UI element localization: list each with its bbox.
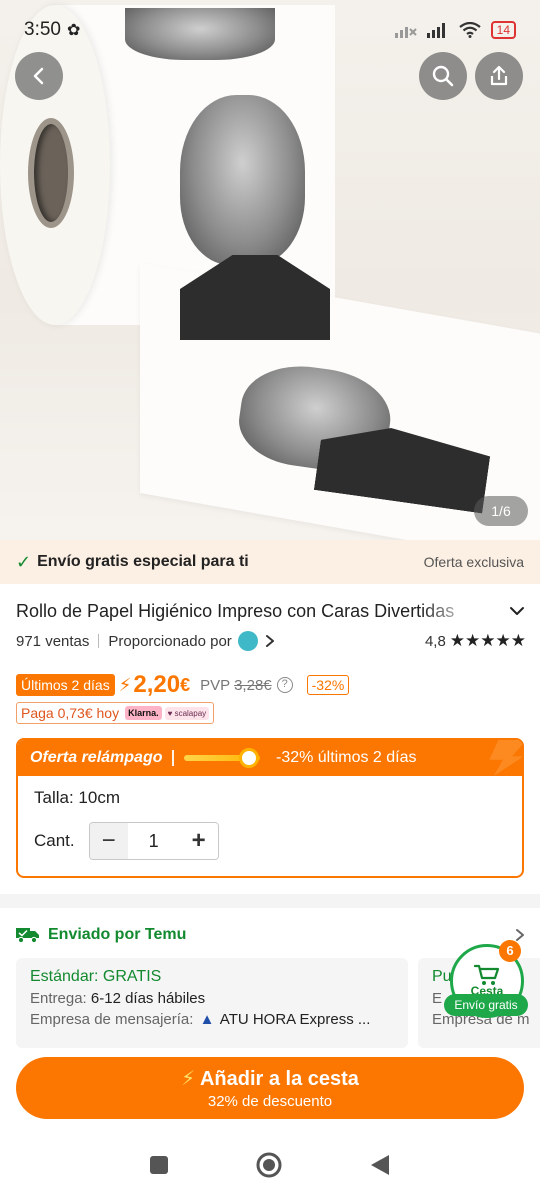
share-button[interactable]	[475, 52, 523, 100]
back-button[interactable]	[15, 52, 63, 100]
standard-shipping-title: Estándar: GRATIS	[30, 968, 162, 985]
divider	[98, 634, 100, 648]
lightning-icon: ⚡	[118, 674, 132, 695]
status-bar: 3:50 ✿ 14	[0, 0, 540, 60]
courier-label: Empresa de mensajería:	[30, 1011, 194, 1028]
flash-deal-header: Oferta relámpago -32% últimos 2 días	[18, 740, 522, 776]
share-icon	[490, 65, 508, 86]
flash-deal-box: Oferta relámpago -32% últimos 2 días Tal…	[16, 738, 524, 878]
decrease-button[interactable]: −	[89, 823, 128, 859]
free-shipping-text: Envío gratis especial para ti	[37, 553, 249, 570]
free-shipping-banner: ✓ Envío gratis especial para ti Oferta e…	[0, 540, 540, 584]
courier-value: ATU HORA Express ...	[219, 1011, 371, 1028]
klarna-logo: Klarna.	[125, 706, 162, 720]
image-counter: 1/6	[474, 496, 528, 526]
chevron-down-icon[interactable]	[508, 602, 526, 620]
flash-progress-bar	[183, 748, 260, 768]
pay-today-text: Paga 0,73€ hoy	[21, 705, 120, 721]
courier: Empresa de mensajería: ▲ ATU HORA Expres…	[30, 1011, 394, 1028]
home-icon[interactable]	[255, 1151, 283, 1179]
price-row: Últimos 2 días ⚡ 2,20 € PVP 3,28€ ? -32%	[16, 670, 526, 700]
chevron-left-icon	[33, 67, 44, 85]
delivery-label: Entrega:	[30, 990, 87, 1007]
delivery-time: Entrega: 6-12 días hábiles	[30, 990, 394, 1007]
battery-icon: 14	[490, 21, 516, 39]
chevron-right-icon[interactable]	[264, 634, 276, 648]
increase-button[interactable]: +	[179, 823, 218, 859]
provider-logo-icon[interactable]	[237, 631, 258, 651]
notification-icon: ✿	[66, 22, 81, 39]
rating[interactable]: 4,8 ★★★★★	[425, 631, 526, 651]
search-icon	[432, 65, 454, 87]
cart-count-badge: 6	[499, 940, 521, 962]
product-meta-row: 971 ventas Proporcionado por 4,8 ★★★★★	[16, 630, 526, 652]
original-price: 3,28€	[234, 676, 272, 694]
pvp-label: PVP	[200, 676, 231, 694]
search-button[interactable]	[419, 52, 467, 100]
price-currency: €	[180, 674, 191, 695]
roll-core	[28, 118, 74, 228]
add-to-cart-text: Añadir a la cesta	[199, 1068, 359, 1090]
add-to-cart-button[interactable]: ⚡ Añadir a la cesta 32% de descuento	[16, 1057, 524, 1119]
flash-deal-text: -32% últimos 2 días	[275, 749, 417, 766]
system-navigation-bar	[0, 1130, 540, 1200]
installments-badge[interactable]: Paga 0,73€ hoy Klarna. ♥ scalapay	[16, 702, 215, 724]
provided-by-link[interactable]: Proporcionado por	[108, 633, 231, 650]
signal-off-icon	[394, 27, 417, 38]
lightning-decoration-icon	[489, 740, 522, 776]
help-icon[interactable]: ?	[276, 677, 293, 693]
quantity-label: Cant.	[34, 831, 75, 850]
add-to-cart-label: ⚡ Añadir a la cesta	[181, 1066, 359, 1091]
carrier-logo-icon: ▲	[199, 1011, 215, 1028]
section-divider	[0, 894, 540, 908]
status-time: 3:50	[24, 19, 61, 40]
quantity-stepper: − 1 +	[88, 822, 219, 860]
printed-face-main	[180, 95, 305, 265]
rating-value: 4,8	[424, 632, 446, 650]
cart-free-shipping-pill: Envío gratis	[444, 994, 528, 1016]
exclusive-offer-label: Oferta exclusiva	[423, 554, 524, 570]
recents-icon[interactable]	[149, 1155, 169, 1175]
wifi-icon	[458, 22, 481, 38]
cart-icon	[474, 964, 500, 985]
lightning-icon: ⚡	[181, 1068, 196, 1090]
size-selector[interactable]: Talla: 10cm	[34, 788, 120, 808]
chevron-right-icon[interactable]	[514, 928, 526, 942]
sales-count: 971 ventas	[16, 632, 90, 650]
scalapay-logo: ♥ scalapay	[164, 706, 210, 720]
discount-badge: -32%	[306, 675, 350, 695]
product-title-row[interactable]: Rollo de Papel Higiénico Impreso con Car…	[16, 598, 526, 624]
current-price: 2,20	[133, 671, 181, 698]
divider	[172, 750, 174, 766]
status-icons: 14	[394, 21, 516, 39]
sent-by-text: Enviado por Temu	[48, 926, 187, 943]
signal-icon	[426, 23, 445, 38]
quantity-row: Cant. − 1 +	[34, 822, 219, 860]
back-nav-icon[interactable]	[369, 1153, 391, 1177]
check-icon: ✓	[16, 551, 32, 572]
quantity-value[interactable]: 1	[128, 823, 180, 859]
standard-shipping-card[interactable]: Estándar: GRATIS Entrega: 6-12 días hábi…	[16, 958, 408, 1048]
last-days-badge: Últimos 2 días	[16, 674, 115, 696]
add-to-cart-discount: 32% de descuento	[207, 1093, 333, 1110]
star-icons: ★★★★★	[449, 631, 526, 650]
clock-icon	[238, 748, 259, 768]
flash-deal-title: Oferta relámpago	[30, 749, 163, 766]
sent-by-row[interactable]: Enviado por Temu	[16, 922, 526, 948]
truck-icon	[16, 928, 39, 944]
delivery-value: 6-12 días hábiles	[90, 990, 206, 1007]
product-title: Rollo de Papel Higiénico Impreso con Car…	[16, 600, 455, 621]
